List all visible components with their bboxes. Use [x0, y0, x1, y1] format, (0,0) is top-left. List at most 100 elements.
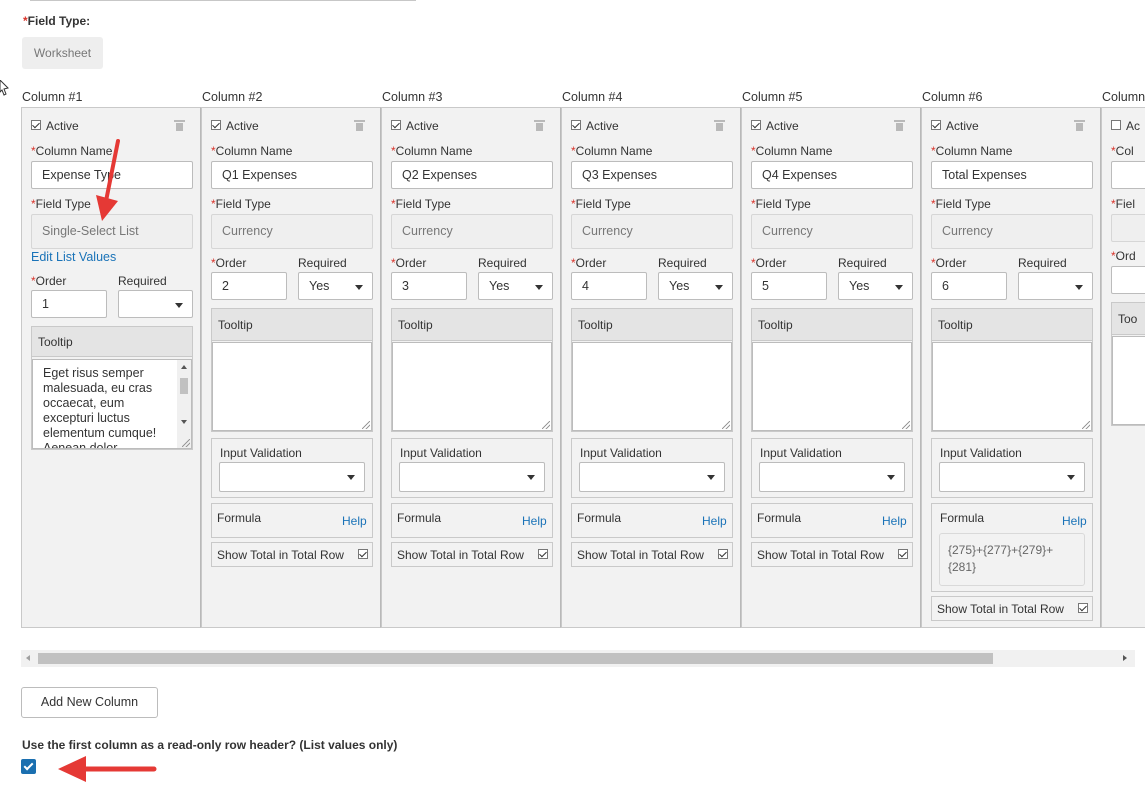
- trash-icon[interactable]: [534, 120, 545, 131]
- input-validation-select[interactable]: [399, 462, 545, 492]
- trash-icon[interactable]: [354, 120, 365, 131]
- trash-icon[interactable]: [714, 120, 725, 131]
- active-checkbox[interactable]: [1111, 120, 1121, 130]
- chevron-down-icon: [355, 285, 363, 290]
- column-header-4: Column #4: [562, 90, 623, 104]
- active-checkbox[interactable]: [571, 120, 581, 130]
- order-input[interactable]: 2: [211, 272, 287, 300]
- formula-help-link[interactable]: Help: [1062, 514, 1087, 528]
- column-name-label: *Column Name: [751, 144, 833, 158]
- annotation-arrow-left-icon: [58, 756, 157, 782]
- show-total-checkbox[interactable]: [358, 549, 368, 559]
- show-total-panel: Show Total in Total Row: [931, 596, 1093, 621]
- required-select[interactable]: [118, 290, 193, 318]
- required-select[interactable]: Yes: [298, 272, 373, 300]
- active-checkbox[interactable]: [211, 120, 221, 130]
- active-checkbox[interactable]: [931, 120, 941, 130]
- formula-help-link[interactable]: Help: [522, 514, 547, 528]
- order-input[interactable]: 1: [31, 290, 107, 318]
- formula-panel: Formula Help: [211, 503, 373, 538]
- required-label: Required: [1018, 256, 1067, 270]
- required-select[interactable]: Yes: [658, 272, 733, 300]
- show-total-label: Show Total in Total Row: [397, 548, 524, 562]
- resize-grip-icon[interactable]: [722, 421, 730, 429]
- active-checkbox[interactable]: [391, 120, 401, 130]
- column-card-4: Active *Column Name Q3 Expenses *Field T…: [561, 107, 741, 628]
- required-label: Required: [298, 256, 347, 270]
- readonly-row-header-checkbox[interactable]: [21, 759, 36, 774]
- input-validation-select[interactable]: [579, 462, 725, 492]
- formula-help-link[interactable]: Help: [342, 514, 367, 528]
- field-type-input: Currency: [211, 214, 373, 249]
- input-validation-panel: Input Validation: [211, 438, 373, 498]
- formula-help-link[interactable]: Help: [882, 514, 907, 528]
- resize-grip-icon[interactable]: [362, 421, 370, 429]
- add-new-column-button[interactable]: Add New Column: [21, 687, 158, 718]
- order-input[interactable]: 4: [571, 272, 647, 300]
- tooltip-textarea[interactable]: Eget risus semper malesuada, eu cras occ…: [32, 359, 192, 449]
- order-input[interactable]: 3: [391, 272, 467, 300]
- tooltip-textarea[interactable]: [212, 342, 372, 431]
- column-name-input[interactable]: [1111, 161, 1145, 189]
- input-validation-select[interactable]: [759, 462, 905, 492]
- resize-grip-icon[interactable]: [1082, 421, 1090, 429]
- field-type-label: *Field Type: [391, 197, 451, 211]
- annotation-arrow-down-icon: [96, 139, 120, 221]
- columns-container: Active *Column Name Expense Type *Field …: [21, 107, 1145, 629]
- tooltip-header: Tooltip: [932, 309, 1092, 341]
- show-total-checkbox[interactable]: [898, 549, 908, 559]
- chevron-down-icon: [707, 475, 715, 480]
- column-name-input[interactable]: Q2 Expenses: [391, 161, 553, 189]
- trash-icon[interactable]: [894, 120, 905, 131]
- tooltip-textarea[interactable]: [1112, 336, 1145, 425]
- formula-label: Formula: [757, 511, 802, 525]
- field-type-input: Currency: [751, 214, 913, 249]
- column-name-input[interactable]: Q3 Expenses: [571, 161, 733, 189]
- scroll-left-icon[interactable]: [26, 655, 30, 661]
- column-name-input[interactable]: Total Expenses: [931, 161, 1093, 189]
- tooltip-panel: Tooltip: [571, 308, 733, 432]
- tooltip-panel: Too: [1111, 302, 1145, 426]
- show-total-checkbox[interactable]: [538, 549, 548, 559]
- resize-grip-icon[interactable]: [902, 421, 910, 429]
- show-total-checkbox[interactable]: [1078, 603, 1088, 613]
- formula-label: Formula: [940, 511, 985, 525]
- column-name-input[interactable]: Q4 Expenses: [751, 161, 913, 189]
- edit-list-values-link[interactable]: Edit List Values: [31, 250, 116, 264]
- scroll-right-icon[interactable]: [1123, 655, 1127, 661]
- required-select[interactable]: Yes: [838, 272, 913, 300]
- show-total-label: Show Total in Total Row: [937, 602, 1064, 616]
- order-label: *Order: [571, 256, 607, 270]
- horizontal-scrollbar[interactable]: [21, 650, 1135, 667]
- chevron-down-icon: [535, 285, 543, 290]
- vertical-scrollbar[interactable]: [177, 360, 191, 448]
- required-select[interactable]: Yes: [478, 272, 553, 300]
- tooltip-textarea[interactable]: [932, 342, 1092, 431]
- order-input[interactable]: 6: [931, 272, 1007, 300]
- scrollbar-thumb[interactable]: [38, 653, 993, 664]
- chevron-down-icon: [175, 303, 183, 308]
- tooltip-textarea[interactable]: [752, 342, 912, 431]
- resize-grip-icon[interactable]: [542, 421, 550, 429]
- tooltip-header: Tooltip: [212, 309, 372, 341]
- input-validation-select[interactable]: [219, 462, 365, 492]
- active-checkbox[interactable]: [751, 120, 761, 130]
- input-validation-select[interactable]: [939, 462, 1085, 492]
- show-total-checkbox[interactable]: [718, 549, 728, 559]
- tooltip-textarea[interactable]: [392, 342, 552, 431]
- order-input[interactable]: [1111, 266, 1145, 294]
- input-validation-label: Input Validation: [940, 446, 1022, 460]
- required-select[interactable]: [1018, 272, 1093, 300]
- formula-label: Formula: [577, 511, 622, 525]
- formula-help-link[interactable]: Help: [702, 514, 727, 528]
- order-input[interactable]: 5: [751, 272, 827, 300]
- resize-grip-icon[interactable]: [182, 439, 190, 447]
- column-name-input[interactable]: Q1 Expenses: [211, 161, 373, 189]
- active-checkbox[interactable]: [31, 120, 41, 130]
- chevron-down-icon: [1075, 285, 1083, 290]
- trash-icon[interactable]: [174, 120, 185, 131]
- trash-icon[interactable]: [1074, 120, 1085, 131]
- show-total-panel: Show Total in Total Row: [751, 542, 913, 567]
- required-label: Required: [118, 274, 167, 288]
- tooltip-textarea[interactable]: [572, 342, 732, 431]
